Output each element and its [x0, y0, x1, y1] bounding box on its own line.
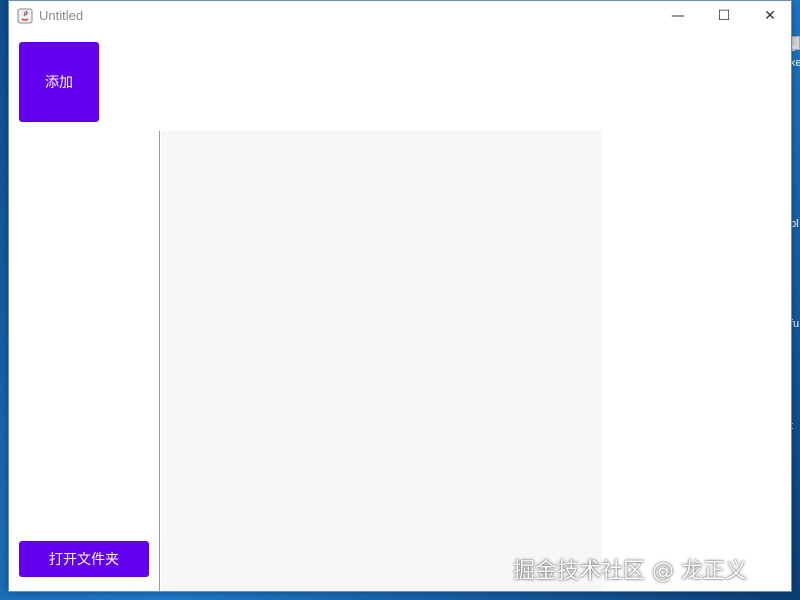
minimize-icon: —	[671, 8, 685, 24]
app-window: Untitled — ☐ ✕ 添加 打开文件夹	[8, 0, 792, 592]
maximize-icon: ☐	[717, 8, 731, 24]
window-title: Untitled	[39, 8, 84, 23]
watermark-text: 掘金技术社区 @ 龙正义	[513, 559, 747, 584]
maximize-button[interactable]: ☐	[701, 1, 747, 31]
add-button[interactable]: 添加	[19, 42, 99, 122]
content-panel	[161, 131, 602, 591]
open-folder-button-label: 打开文件夹	[49, 552, 119, 568]
close-icon: ✕	[764, 8, 776, 24]
vertical-divider	[159, 131, 160, 591]
close-button[interactable]: ✕	[747, 1, 791, 31]
minimize-button[interactable]: —	[655, 1, 701, 31]
title-bar[interactable]: Untitled — ☐ ✕	[9, 1, 791, 31]
java-app-icon	[17, 8, 33, 24]
add-button-label: 添加	[45, 75, 73, 91]
open-folder-button[interactable]: 打开文件夹	[19, 541, 149, 577]
